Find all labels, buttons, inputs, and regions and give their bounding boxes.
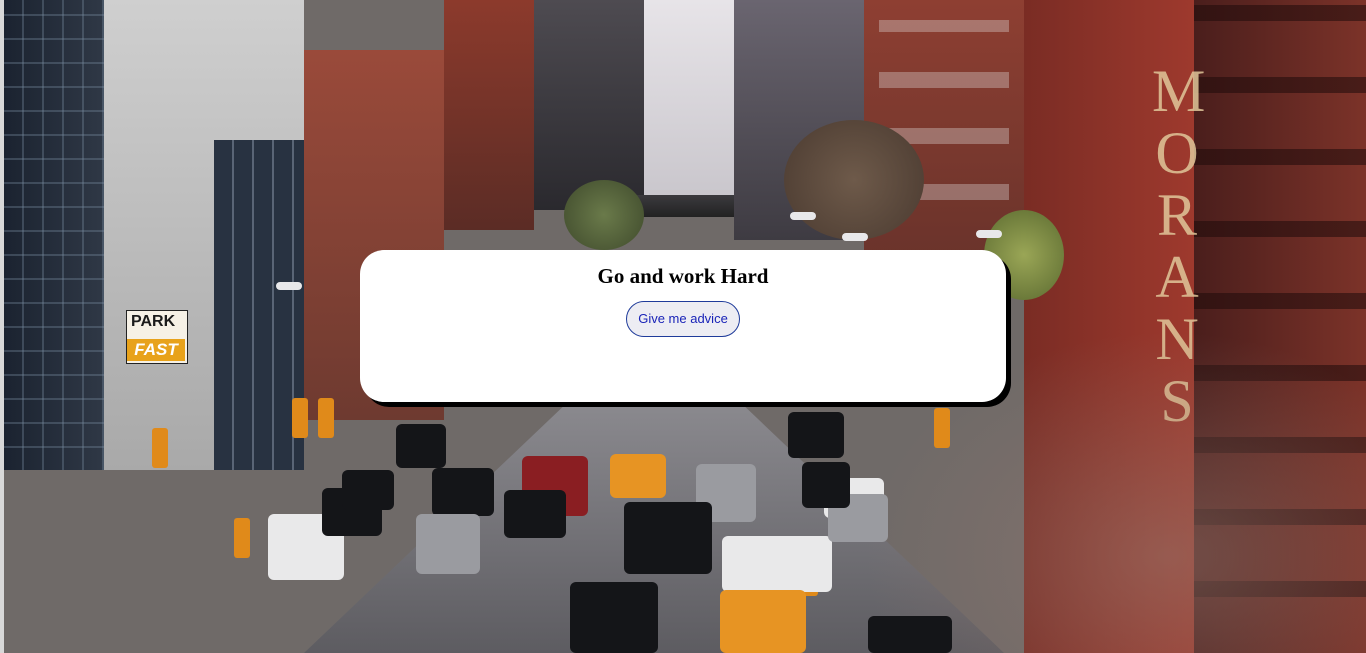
car	[432, 468, 494, 516]
car	[570, 582, 658, 653]
street-lamp	[790, 212, 816, 220]
advice-card: Go and work Hard Give me advice	[360, 250, 1006, 402]
building-center-tower	[534, 0, 644, 210]
tree	[564, 180, 644, 250]
street-lamp	[276, 282, 302, 290]
building-left-white	[104, 0, 304, 470]
traffic-light	[318, 398, 334, 438]
card-title: Go and work Hard	[597, 264, 769, 288]
building-center-brick	[444, 0, 534, 230]
taxi	[720, 590, 806, 653]
street-lamp	[842, 233, 868, 241]
car	[722, 536, 832, 592]
car	[788, 412, 844, 458]
car	[396, 424, 446, 468]
traffic-light	[292, 398, 308, 438]
street-lamp	[976, 230, 1002, 238]
car	[342, 470, 394, 510]
car	[802, 462, 850, 508]
car	[416, 514, 480, 574]
taxi	[610, 454, 666, 498]
traffic-light	[934, 408, 950, 448]
car	[868, 616, 952, 653]
traffic-light	[234, 518, 250, 558]
car	[504, 490, 566, 538]
traffic-light	[152, 428, 168, 468]
parking-sign	[126, 310, 188, 364]
give-advice-button[interactable]: Give me advice	[626, 301, 740, 337]
building-left-glass	[4, 0, 104, 470]
car	[624, 502, 712, 574]
tree	[784, 120, 924, 240]
